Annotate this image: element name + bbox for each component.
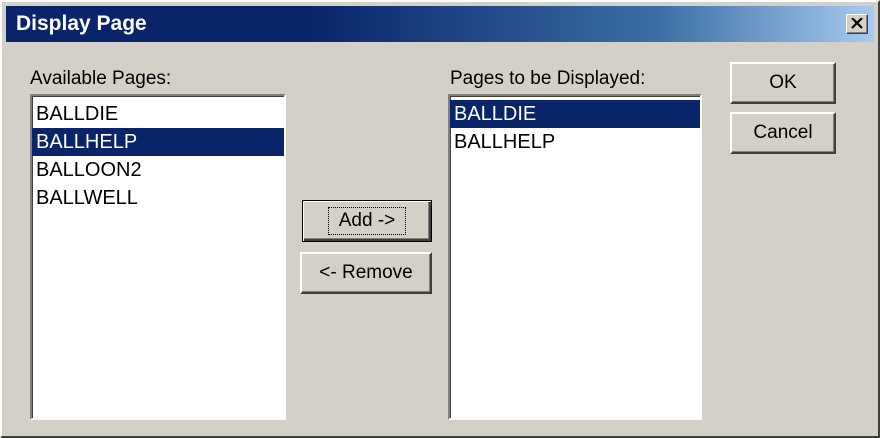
ok-button-label: OK [769, 72, 797, 93]
available-page-item[interactable]: BALLOON2 [32, 156, 284, 184]
ok-button[interactable]: OK [730, 62, 836, 104]
display-page-dialog: Display Page Available Pages: BALLDIE BA… [0, 0, 880, 438]
title-bar[interactable]: Display Page [6, 6, 874, 42]
available-pages-label: Available Pages: [30, 68, 172, 89]
pages-to-be-displayed-label: Pages to be Displayed: [450, 68, 646, 89]
cancel-button[interactable]: Cancel [730, 112, 836, 154]
close-button[interactable] [846, 14, 868, 34]
cancel-button-label: Cancel [753, 122, 813, 143]
add-button-label: Add -> [327, 207, 407, 235]
window-title: Display Page [16, 12, 147, 35]
available-page-item[interactable]: BALLWELL [32, 184, 284, 212]
remove-button[interactable]: <- Remove [300, 252, 432, 294]
add-button[interactable]: Add -> [302, 200, 432, 242]
displayed-page-item[interactable]: BALLHELP [450, 128, 700, 156]
available-page-item[interactable]: BALLHELP [32, 128, 284, 156]
close-icon [851, 18, 863, 29]
available-pages-listbox[interactable]: BALLDIE BALLHELP BALLOON2 BALLWELL [30, 94, 286, 420]
displayed-pages-listbox[interactable]: BALLDIE BALLHELP [448, 94, 702, 420]
displayed-page-item[interactable]: BALLDIE [450, 100, 700, 128]
available-page-item[interactable]: BALLDIE [32, 100, 284, 128]
remove-button-label: <- Remove [319, 262, 413, 283]
